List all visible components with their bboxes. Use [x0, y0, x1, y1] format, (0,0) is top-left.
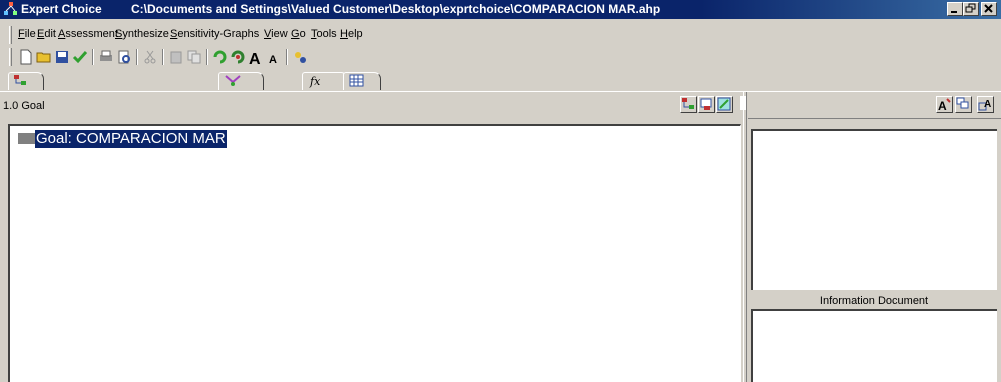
pane-splitter[interactable] — [743, 92, 747, 382]
menu-edit[interactable]: Edit — [37, 28, 56, 40]
text-style-icon: A — [978, 99, 991, 111]
expert-choice-app-icon[interactable] — [3, 2, 18, 17]
svg-text:A: A — [984, 99, 991, 110]
window-layout-button[interactable] — [955, 96, 972, 113]
close-button[interactable] — [981, 2, 997, 16]
new-file-icon[interactable] — [18, 49, 34, 65]
close-icon — [984, 4, 993, 13]
decrease-font-icon[interactable]: A — [266, 49, 282, 66]
print-preview-icon[interactable] — [116, 49, 132, 65]
menu-assessment[interactable]: Assessment — [58, 28, 118, 40]
tree-view-icon — [682, 98, 694, 109]
ratings-tab[interactable] — [218, 72, 264, 90]
menu-view[interactable]: View — [264, 28, 288, 40]
svg-text:A: A — [249, 51, 261, 65]
save-icon[interactable] — [54, 49, 70, 65]
information-document-caption: Information Document — [819, 295, 929, 307]
menu-synthesize[interactable]: Synthesize — [115, 28, 169, 40]
menu-tools[interactable]: Tools — [311, 28, 337, 40]
information-document-pane[interactable] — [751, 309, 997, 382]
model-tree-pane[interactable]: Goal: COMPARACION MAR — [8, 124, 741, 382]
edit-view-button[interactable] — [716, 96, 733, 113]
ratings-tab-icon — [225, 75, 241, 86]
view-tabs: fx — [0, 70, 1001, 92]
increase-font-icon[interactable]: A — [248, 49, 264, 68]
menu-sensitivity-graphs[interactable]: Sensitivity-Graphs — [170, 28, 259, 40]
minimize-icon — [951, 11, 957, 13]
information-pane[interactable] — [751, 129, 997, 290]
font-format-icon: A — [938, 98, 951, 113]
settings-icon[interactable] — [292, 49, 308, 65]
font-format-button[interactable]: A — [936, 96, 953, 113]
title-bar[interactable]: Expert Choice C:\Documents and Settings\… — [0, 0, 1001, 19]
menu-file[interactable]: File — [18, 28, 36, 40]
goal-node-label[interactable]: Goal: COMPARACION MAR — [35, 130, 227, 148]
tree-view-button[interactable] — [680, 96, 697, 113]
toolbar-grip[interactable] — [9, 48, 12, 66]
edit-view-icon — [717, 97, 731, 111]
paste-icon[interactable] — [168, 49, 184, 65]
recalculate-icon[interactable] — [230, 49, 246, 65]
restore-button[interactable] — [963, 2, 979, 16]
formula-tab-icon: fx — [309, 75, 321, 88]
menu-help[interactable]: Help — [340, 28, 363, 40]
svg-text:fx: fx — [309, 75, 321, 88]
formula-tab[interactable]: fx — [302, 72, 348, 90]
menu-bar: File Edit Assessment Synthesize Sensitiv… — [0, 25, 1001, 45]
text-style-button[interactable]: A — [977, 96, 994, 113]
node-view-icon — [700, 98, 712, 110]
current-node-label: 1.0 Goal — [3, 100, 45, 112]
app-title: Expert Choice — [21, 2, 102, 16]
data-grid-tab-icon — [349, 74, 364, 87]
model-view-tab[interactable] — [8, 72, 44, 90]
print-icon[interactable] — [98, 49, 114, 65]
copy-icon[interactable] — [186, 49, 202, 65]
goal-node-icon — [18, 133, 35, 144]
cut-icon[interactable] — [142, 49, 158, 65]
model-view-tab-icon — [14, 75, 26, 85]
toolbar: A A — [0, 46, 1001, 68]
data-grid-tab[interactable] — [343, 72, 381, 90]
menu-go[interactable]: Go — [291, 28, 306, 40]
svg-text:A: A — [269, 54, 277, 65]
refresh-icon[interactable] — [212, 49, 228, 65]
checkmark-icon[interactable] — [72, 49, 88, 65]
document-path: C:\Documents and Settings\Valued Custome… — [131, 2, 661, 16]
minimize-button[interactable] — [947, 2, 963, 16]
menu-grip[interactable] — [9, 26, 12, 44]
restore-icon — [965, 3, 976, 13]
svg-text:A: A — [938, 99, 947, 112]
node-view-button[interactable] — [698, 96, 715, 113]
open-folder-icon[interactable] — [36, 49, 52, 65]
window-layout-icon — [956, 97, 969, 109]
